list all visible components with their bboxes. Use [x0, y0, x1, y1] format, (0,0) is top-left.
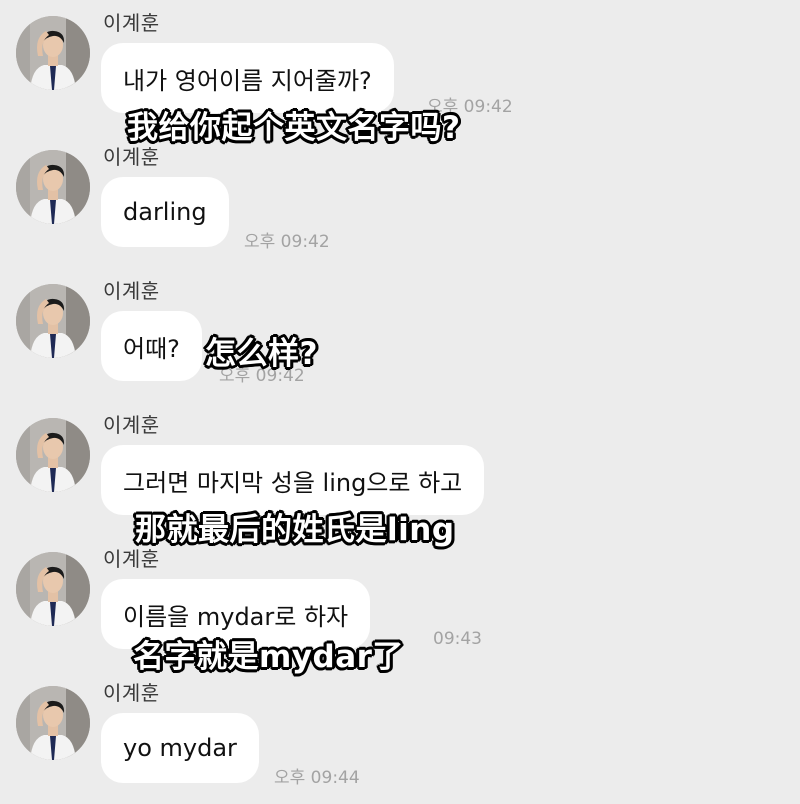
- avatar[interactable]: [16, 16, 90, 90]
- chat-message[interactable]: 이계훈 어때? 오후 09:42 怎么样?: [0, 268, 800, 402]
- message-bubble[interactable]: darling: [101, 177, 229, 247]
- sender-name: 이계훈: [103, 681, 160, 705]
- sender-name: 이계훈: [103, 145, 160, 169]
- subtitle-caption: 怎么样?: [205, 336, 318, 372]
- avatar[interactable]: [16, 686, 90, 760]
- chat-message[interactable]: 이계훈 darling 오후 09:42: [0, 134, 800, 268]
- avatar-photo: [16, 418, 90, 492]
- sender-name: 이계훈: [103, 279, 160, 303]
- message-time: 09:43: [433, 629, 482, 649]
- chat-screen: { "messages": [ {"sender": "이계훈", "text"…: [0, 0, 800, 800]
- avatar[interactable]: [16, 150, 90, 224]
- chat-message[interactable]: 이계훈 내가 영어이름 지어줄까? 오후 09:42 我给你起个英文名字吗?: [0, 0, 800, 146]
- chat-message[interactable]: 이계훈 이름을 mydar로 하자 09:43 名字就是mydar了: [0, 536, 800, 675]
- message-time: 오후 09:44: [274, 768, 360, 788]
- message-bubble[interactable]: yo mydar: [101, 713, 259, 783]
- sender-name: 이계훈: [103, 547, 160, 571]
- message-time: 오후 09:42: [244, 232, 330, 252]
- avatar-photo: [16, 16, 90, 90]
- avatar[interactable]: [16, 418, 90, 492]
- chat-message[interactable]: 이계훈 그러면 마지막 성을 ling으로 하고 那就最后的姓氏是ling: [0, 402, 800, 548]
- sender-name: 이계훈: [103, 413, 160, 437]
- avatar-photo: [16, 284, 90, 358]
- avatar[interactable]: [16, 284, 90, 358]
- avatar-photo: [16, 552, 90, 626]
- avatar[interactable]: [16, 552, 90, 626]
- message-bubble[interactable]: 어때?: [101, 311, 202, 381]
- sender-name: 이계훈: [103, 11, 160, 35]
- avatar-photo: [16, 150, 90, 224]
- chat-message[interactable]: 이계훈 yo mydar 오후 09:44: [0, 670, 800, 804]
- avatar-photo: [16, 686, 90, 760]
